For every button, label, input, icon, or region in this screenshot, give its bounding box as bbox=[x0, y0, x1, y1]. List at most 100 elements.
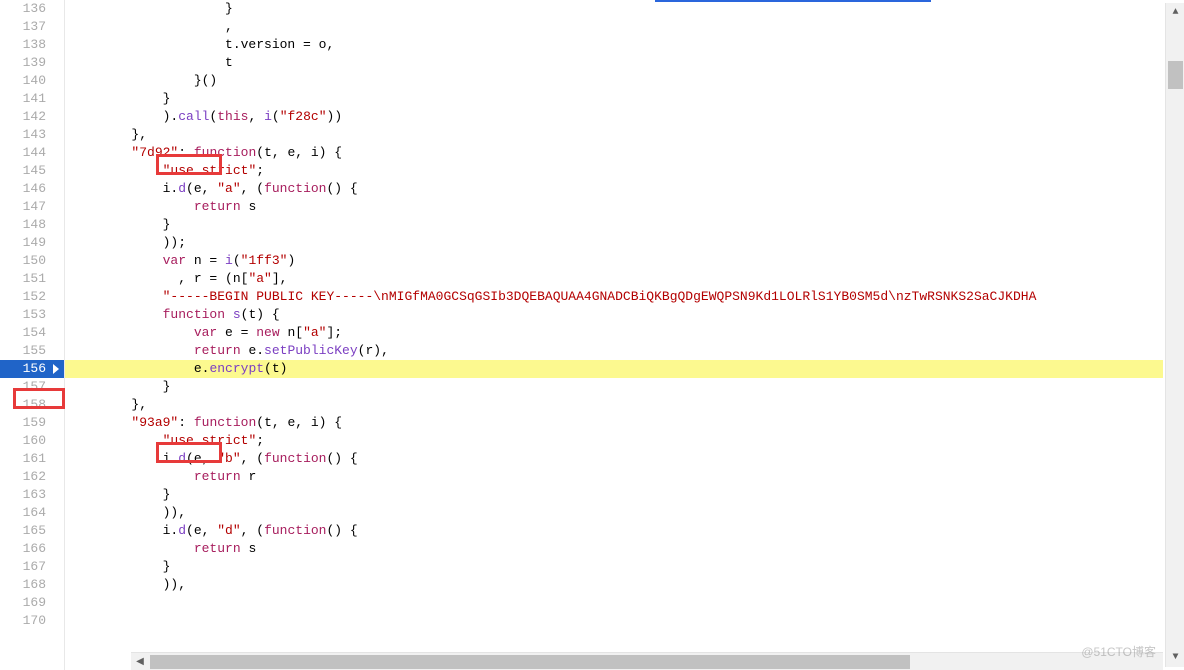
line-number[interactable]: 157 bbox=[0, 378, 64, 396]
code-token: (t, e, i) { bbox=[256, 145, 342, 160]
code-line[interactable]: }, bbox=[65, 396, 1163, 414]
code-line[interactable]: i.d(e, "a", (function() { bbox=[65, 180, 1163, 198]
code-token: e. bbox=[241, 343, 264, 358]
line-number[interactable]: 140 bbox=[0, 72, 64, 90]
code-line[interactable]: ).call(this, i("f28c")) bbox=[65, 108, 1163, 126]
code-line[interactable]: } bbox=[65, 0, 1163, 18]
line-number[interactable]: 136 bbox=[0, 0, 64, 18]
code-token: var bbox=[163, 253, 186, 268]
code-token: i. bbox=[69, 523, 178, 538]
code-token bbox=[69, 415, 131, 430]
code-line[interactable]: t bbox=[65, 54, 1163, 72]
code-line[interactable]: )), bbox=[65, 504, 1163, 522]
code-token: )), bbox=[69, 577, 186, 592]
code-line[interactable]: return s bbox=[65, 540, 1163, 558]
code-line[interactable]: , r = (n["a"], bbox=[65, 270, 1163, 288]
code-line[interactable] bbox=[65, 612, 1163, 630]
code-line[interactable]: function s(t) { bbox=[65, 306, 1163, 324]
scroll-left-button[interactable]: ◀ bbox=[131, 653, 149, 670]
code-token: )), bbox=[69, 505, 186, 520]
line-number[interactable]: 158 bbox=[0, 396, 64, 414]
code-line[interactable]: )); bbox=[65, 234, 1163, 252]
line-number[interactable]: 143 bbox=[0, 126, 64, 144]
line-number[interactable]: 147 bbox=[0, 198, 64, 216]
code-token: s bbox=[233, 307, 241, 322]
code-line[interactable]: , bbox=[65, 18, 1163, 36]
code-token bbox=[69, 163, 163, 178]
line-number[interactable]: 163 bbox=[0, 486, 64, 504]
line-number[interactable]: 145 bbox=[0, 162, 64, 180]
line-number[interactable]: 154 bbox=[0, 324, 64, 342]
code-line[interactable]: return r bbox=[65, 468, 1163, 486]
line-number[interactable]: 138 bbox=[0, 36, 64, 54]
code-line[interactable]: } bbox=[65, 216, 1163, 234]
line-number[interactable]: 168 bbox=[0, 576, 64, 594]
code-area[interactable]: } , t.version = o, t }() } ).call(this, … bbox=[65, 0, 1163, 670]
line-number[interactable]: 139 bbox=[0, 54, 64, 72]
line-number[interactable]: 167 bbox=[0, 558, 64, 576]
line-number[interactable]: 153 bbox=[0, 306, 64, 324]
code-line[interactable]: "-----BEGIN PUBLIC KEY-----\nMIGfMA0GCSq… bbox=[65, 288, 1163, 306]
line-number[interactable]: 152 bbox=[0, 288, 64, 306]
horizontal-scroll-thumb[interactable] bbox=[150, 655, 910, 669]
code-token: }, bbox=[69, 397, 147, 412]
code-token: function bbox=[264, 523, 326, 538]
code-line[interactable]: e.encrypt(t) bbox=[65, 360, 1163, 378]
line-number[interactable]: 156 bbox=[0, 360, 64, 378]
line-number[interactable]: 165 bbox=[0, 522, 64, 540]
line-number[interactable]: 170 bbox=[0, 612, 64, 630]
code-line[interactable]: var n = i("1ff3") bbox=[65, 252, 1163, 270]
line-number[interactable]: 141 bbox=[0, 90, 64, 108]
code-token bbox=[69, 307, 163, 322]
vertical-scrollbar[interactable]: ▲ ▼ bbox=[1165, 3, 1184, 667]
line-number[interactable]: 159 bbox=[0, 414, 64, 432]
code-line[interactable]: var e = new n["a"]; bbox=[65, 324, 1163, 342]
code-token: (r), bbox=[358, 343, 389, 358]
code-token: "use strict" bbox=[163, 163, 257, 178]
code-line[interactable]: return e.setPublicKey(r), bbox=[65, 342, 1163, 360]
line-number[interactable]: 164 bbox=[0, 504, 64, 522]
code-token bbox=[69, 325, 194, 340]
code-token: , ( bbox=[241, 523, 264, 538]
line-number[interactable]: 160 bbox=[0, 432, 64, 450]
code-token: var bbox=[194, 325, 217, 340]
vertical-scroll-thumb[interactable] bbox=[1168, 61, 1183, 89]
code-editor[interactable]: 1361371381391401411421431441451461471481… bbox=[0, 0, 1163, 670]
line-number[interactable]: 148 bbox=[0, 216, 64, 234]
code-line[interactable]: t.version = o, bbox=[65, 36, 1163, 54]
line-number[interactable]: 150 bbox=[0, 252, 64, 270]
code-line[interactable]: } bbox=[65, 378, 1163, 396]
line-number[interactable]: 162 bbox=[0, 468, 64, 486]
line-number[interactable]: 149 bbox=[0, 234, 64, 252]
code-line[interactable]: )), bbox=[65, 576, 1163, 594]
code-line[interactable]: "7d92": function(t, e, i) { bbox=[65, 144, 1163, 162]
code-line[interactable]: i.d(e, "d", (function() { bbox=[65, 522, 1163, 540]
code-line[interactable]: "93a9": function(t, e, i) { bbox=[65, 414, 1163, 432]
horizontal-scrollbar[interactable]: ◀ ▶ bbox=[131, 652, 1163, 670]
code-token: : bbox=[178, 415, 194, 430]
code-line[interactable]: } bbox=[65, 486, 1163, 504]
code-line[interactable]: } bbox=[65, 90, 1163, 108]
code-line[interactable]: i.d(e, "b", (function() { bbox=[65, 450, 1163, 468]
code-line[interactable]: "use strict"; bbox=[65, 162, 1163, 180]
code-line[interactable]: } bbox=[65, 558, 1163, 576]
line-number[interactable]: 161 bbox=[0, 450, 64, 468]
code-line[interactable]: "use strict"; bbox=[65, 432, 1163, 450]
code-token: (e, bbox=[186, 181, 217, 196]
line-number[interactable]: 166 bbox=[0, 540, 64, 558]
line-number[interactable]: 144 bbox=[0, 144, 64, 162]
line-number[interactable]: 142 bbox=[0, 108, 64, 126]
line-number[interactable]: 169 bbox=[0, 594, 64, 612]
code-token: d bbox=[178, 451, 186, 466]
line-number[interactable]: 146 bbox=[0, 180, 64, 198]
scroll-down-button[interactable]: ▼ bbox=[1166, 648, 1184, 667]
code-line[interactable]: }() bbox=[65, 72, 1163, 90]
line-number[interactable]: 155 bbox=[0, 342, 64, 360]
code-line[interactable] bbox=[65, 594, 1163, 612]
line-number[interactable]: 151 bbox=[0, 270, 64, 288]
scroll-up-button[interactable]: ▲ bbox=[1166, 3, 1184, 22]
code-line[interactable]: return s bbox=[65, 198, 1163, 216]
code-line[interactable]: }, bbox=[65, 126, 1163, 144]
line-number-gutter[interactable]: 1361371381391401411421431441451461471481… bbox=[0, 0, 65, 670]
line-number[interactable]: 137 bbox=[0, 18, 64, 36]
